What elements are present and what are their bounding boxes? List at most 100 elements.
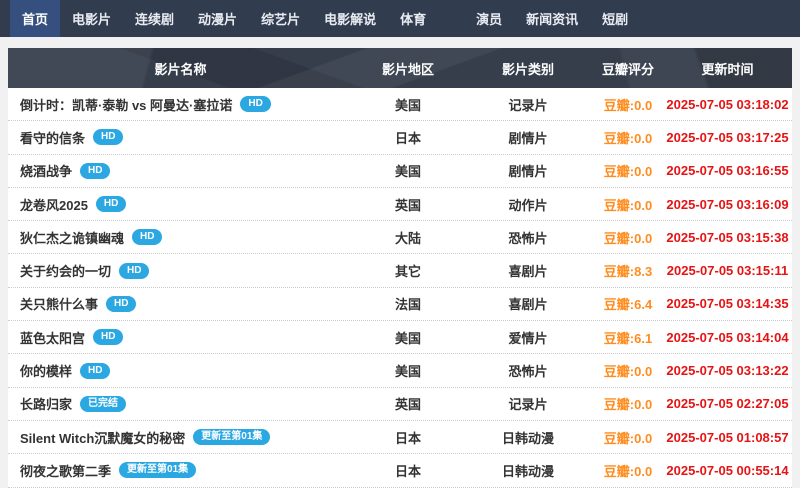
movie-region: 美国: [394, 164, 421, 180]
movie-title-link[interactable]: 蓝色太阳宫: [20, 328, 85, 347]
movie-region: 日本: [394, 463, 421, 479]
column-header-region: 影片地区: [381, 61, 434, 77]
nav-item-6[interactable]: 体育: [388, 0, 438, 37]
movie-name-cell: 彻夜之歌第二季 更新至第01集: [8, 461, 353, 480]
nav-item-1[interactable]: 电影片: [60, 0, 123, 37]
movie-category: 动作片: [508, 197, 548, 213]
column-header-time: 更新时间: [701, 61, 754, 77]
status-badge: HD: [119, 262, 150, 279]
movie-name-cell: 蓝色太阳宫 HD: [8, 328, 353, 347]
table-row[interactable]: 彻夜之歌第二季 更新至第01集 日本 日韩动漫 豆瓣:0.0 2025-07-05 00:…: [8, 454, 792, 488]
movie-update-time: 2025-07-05 01:08:57: [666, 429, 789, 445]
movie-region: 大陆: [394, 230, 421, 246]
table-row[interactable]: 龙卷风2025 HD 英国 动作片 豆瓣:0.0 2025-07-05 03:16:09: [8, 187, 792, 222]
movie-douban-rating: 豆瓣:0.0: [603, 430, 653, 446]
movie-update-time: 2025-07-05 02:27:05: [666, 396, 789, 412]
movie-region: 美国: [394, 330, 421, 346]
table-row[interactable]: 狄仁杰之诡镇幽魂 HD 大陆 恐怖片 豆瓣:0.0 2025-07-05 03:15:38: [8, 221, 792, 255]
status-badge: 更新至第01集: [119, 462, 197, 479]
movie-update-time: 2025-07-05 00:55:14: [666, 462, 789, 478]
table-row[interactable]: 蓝色太阳宫 HD 美国 爱情片 豆瓣:6.1 2025-07-05 03:14:04: [8, 321, 792, 355]
movie-region: 法国: [394, 297, 421, 313]
movie-category: 恐怖片: [508, 230, 548, 246]
movie-title-link[interactable]: 倒计时：凯蒂·泰勒 vs 阿曼达·塞拉诺: [20, 95, 232, 114]
movie-title-link[interactable]: 龙卷风2025: [20, 195, 88, 214]
column-header-rating: 豆瓣评分: [601, 61, 654, 77]
movie-title-link[interactable]: 烧酒战争: [20, 161, 72, 180]
table-row[interactable]: 倒计时：凯蒂·泰勒 vs 阿曼达·塞拉诺 HD 美国 记录片 豆瓣:0.0 2025-07…: [8, 88, 792, 122]
nav-item-7[interactable]: 演员: [464, 0, 514, 37]
movie-douban-rating: 豆瓣:0.0: [603, 230, 653, 246]
table-row[interactable]: 烧酒战争 HD 美国 剧情片 豆瓣:0.0 2025-07-05 03:16:55: [8, 154, 792, 188]
status-badge: HD: [106, 295, 137, 312]
movie-region: 英国: [394, 197, 421, 213]
movie-name-cell: Silent Witch沉默魔女的秘密 更新至第01集: [8, 428, 353, 447]
table-row[interactable]: 关只熊什么事 HD 法国 喜剧片 豆瓣:6.4 2025-07-05 03:14:35: [8, 287, 792, 322]
status-badge: HD: [93, 129, 124, 146]
table-row[interactable]: 关于约会的一切 HD 其它 喜剧片 豆瓣:8.3 2025-07-05 03:15:11: [8, 254, 792, 288]
nav-item-2[interactable]: 连续剧: [123, 0, 186, 37]
movie-update-time: 2025-07-05 03:18:02: [666, 96, 789, 112]
status-badge: HD: [132, 229, 163, 246]
movie-category: 剧情片: [508, 130, 548, 146]
movie-region: 其它: [394, 264, 421, 280]
movie-title-link[interactable]: 关于约会的一切: [20, 261, 111, 280]
movie-update-time: 2025-07-05 03:15:11: [666, 263, 789, 279]
movie-title-link[interactable]: 彻夜之歌第二季: [20, 461, 111, 480]
movie-update-time: 2025-07-05 03:14:04: [666, 329, 789, 345]
movie-name-cell: 龙卷风2025 HD: [8, 195, 353, 214]
movie-title-link[interactable]: 关只熊什么事: [20, 294, 98, 313]
nav-item-3[interactable]: 动漫片: [186, 0, 249, 37]
movie-name-cell: 看守的信条 HD: [8, 128, 353, 147]
nav-item-8[interactable]: 新闻资讯: [514, 0, 590, 37]
movie-region: 日本: [394, 130, 421, 146]
movie-category: 爱情片: [508, 330, 548, 346]
nav-item-5[interactable]: 电影解说: [312, 0, 388, 37]
movie-douban-rating: 豆瓣:6.1: [603, 330, 653, 346]
movie-douban-rating: 豆瓣:6.4: [603, 297, 653, 313]
status-badge: HD: [80, 362, 111, 379]
table-row[interactable]: 长路归家 已完结 英国 记录片 豆瓣:0.0 2025-07-05 02:27:05: [8, 387, 792, 421]
movie-title-link[interactable]: 狄仁杰之诡镇幽魂: [20, 228, 124, 247]
table-body: 倒计时：凯蒂·泰勒 vs 阿曼达·塞拉诺 HD 美国 记录片 豆瓣:0.0 2025-07…: [8, 88, 792, 488]
movie-title-link[interactable]: 你的模样: [20, 361, 72, 380]
table-row[interactable]: 看守的信条 HD 日本 剧情片 豆瓣:0.0 2025-07-05 03:17:25: [8, 121, 792, 155]
movie-region: 英国: [394, 397, 421, 413]
movie-douban-rating: 豆瓣:0.0: [603, 463, 653, 479]
nav-item-4[interactable]: 综艺片: [249, 0, 312, 37]
movie-title-link[interactable]: 长路归家: [20, 394, 72, 413]
movie-douban-rating: 豆瓣:0.0: [603, 197, 653, 213]
movie-update-time: 2025-07-05 03:16:09: [666, 196, 789, 212]
status-badge: 更新至第01集: [193, 429, 271, 446]
movie-name-cell: 长路归家 已完结: [8, 394, 353, 413]
movie-name-cell: 关于约会的一切 HD: [8, 261, 353, 280]
column-header-name: 影片名称: [154, 61, 207, 77]
movie-region: 美国: [394, 364, 421, 380]
movie-category: 记录片: [508, 397, 548, 413]
movie-update-time: 2025-07-05 03:14:35: [666, 296, 789, 312]
movie-category: 日韩动漫: [501, 430, 554, 446]
status-badge: 已完结: [80, 395, 127, 412]
nav-item-9[interactable]: 短剧: [590, 0, 640, 37]
table-row[interactable]: 你的模样 HD 美国 恐怖片 豆瓣:0.0 2025-07-05 03:13:22: [8, 354, 792, 388]
movie-douban-rating: 豆瓣:0.0: [603, 397, 653, 413]
movie-douban-rating: 豆瓣:0.0: [603, 164, 653, 180]
movie-update-time: 2025-07-05 03:17:25: [666, 129, 789, 145]
movie-update-time: 2025-07-05 03:15:38: [666, 229, 789, 245]
status-badge: HD: [240, 96, 271, 113]
movie-douban-rating: 豆瓣:8.3: [603, 264, 653, 280]
movie-name-cell: 倒计时：凯蒂·泰勒 vs 阿曼达·塞拉诺 HD: [8, 95, 353, 114]
movie-category: 剧情片: [508, 164, 548, 180]
status-badge: HD: [80, 162, 111, 179]
movie-region: 美国: [394, 97, 421, 113]
movie-category: 恐怖片: [508, 364, 548, 380]
table-row[interactable]: Silent Witch沉默魔女的秘密 更新至第01集 日本 日韩动漫 豆瓣:0.0 20…: [8, 420, 792, 455]
movie-title-link[interactable]: Silent Witch沉默魔女的秘密: [20, 428, 185, 447]
movie-category: 日韩动漫: [501, 463, 554, 479]
movie-douban-rating: 豆瓣:0.0: [603, 97, 653, 113]
movie-name-cell: 你的模样 HD: [8, 361, 353, 380]
table-header-row: 影片名称 影片地区 影片类别 豆瓣评分 更新时间: [8, 48, 792, 88]
nav-item-0[interactable]: 首页: [10, 0, 61, 37]
movie-update-time: 2025-07-05 03:13:22: [666, 363, 789, 379]
movie-title-link[interactable]: 看守的信条: [20, 128, 85, 147]
